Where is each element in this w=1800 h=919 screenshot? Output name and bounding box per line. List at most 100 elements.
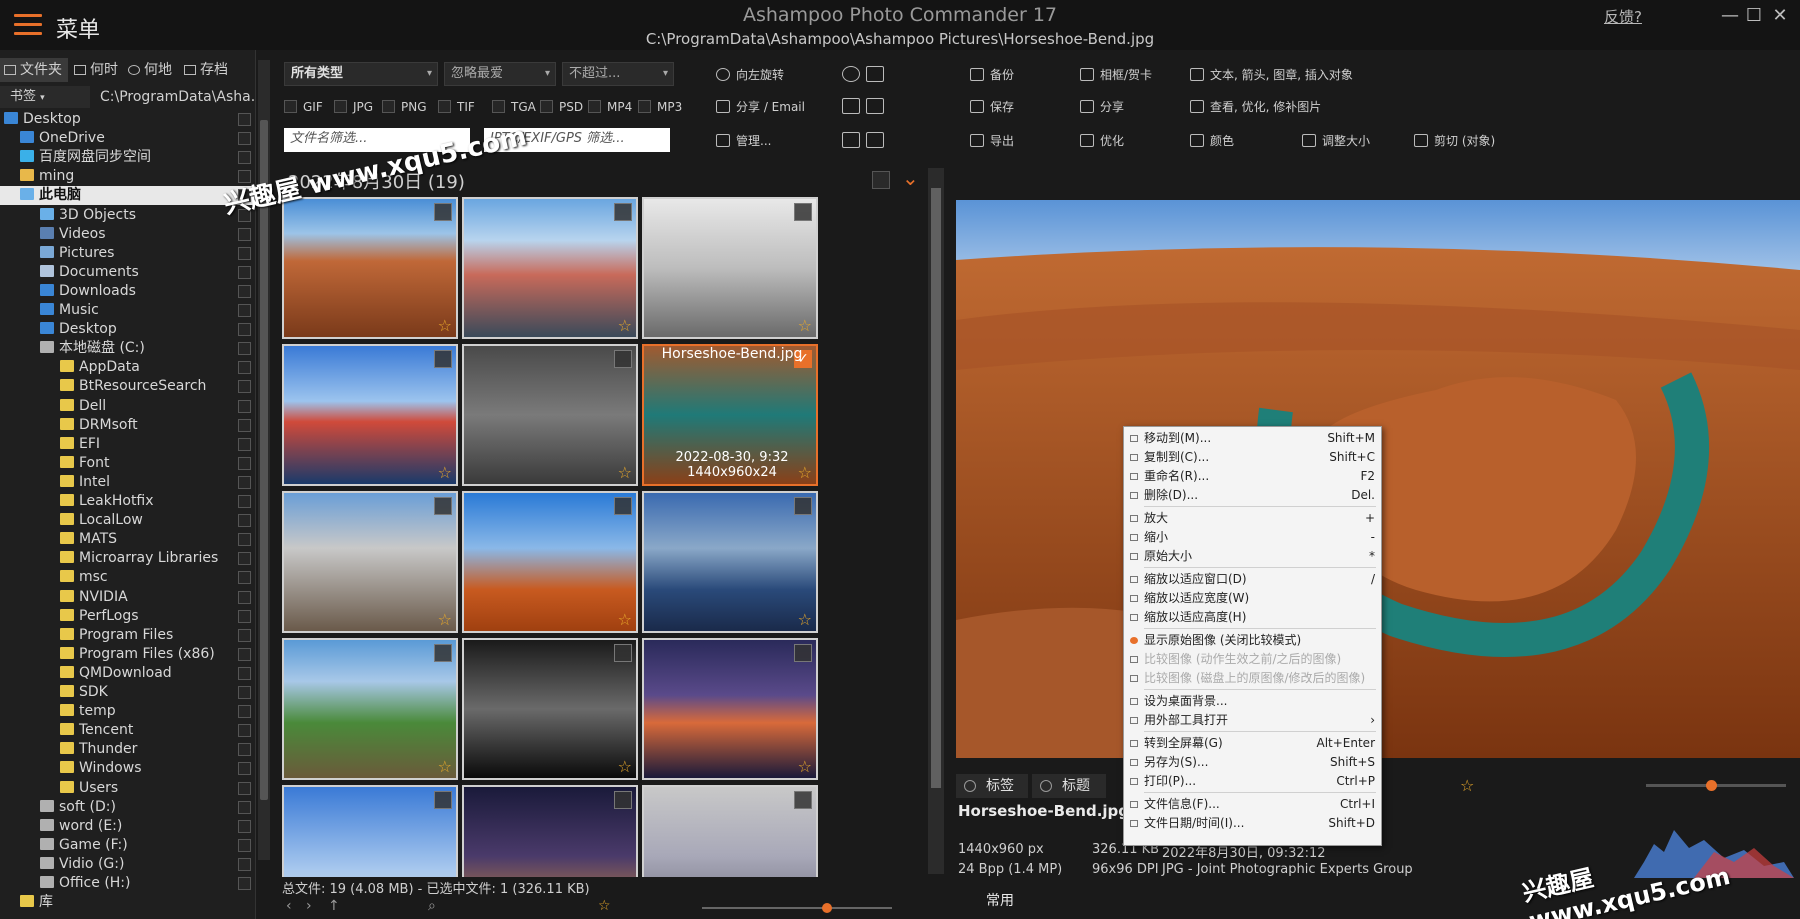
context-menu-item[interactable]: 放大 + bbox=[1124, 509, 1381, 528]
tree-item-checkbox[interactable] bbox=[238, 399, 251, 413]
tree-item-checkbox[interactable] bbox=[238, 361, 251, 375]
tree-item[interactable]: Program Files bbox=[0, 626, 256, 645]
tree-item[interactable]: Intel bbox=[0, 473, 256, 492]
favorite-star-icon[interactable]: ☆ bbox=[798, 757, 812, 776]
tree-item-checkbox[interactable] bbox=[238, 647, 251, 661]
slideshow-icon[interactable] bbox=[866, 66, 884, 82]
checkbox-box[interactable] bbox=[438, 100, 451, 113]
preview-zoom-handle[interactable] bbox=[1706, 780, 1717, 791]
tree-item[interactable]: Thunder bbox=[0, 740, 256, 759]
tree-item[interactable]: Program Files (x86) bbox=[0, 645, 256, 664]
file-type-checkbox[interactable]: PNG bbox=[382, 98, 427, 116]
thumbnail[interactable]: ☆ bbox=[462, 491, 638, 633]
tree-item[interactable]: soft (D:) bbox=[0, 798, 256, 817]
manage-button[interactable]: 管理... bbox=[716, 130, 771, 152]
zoom-slider-handle[interactable] bbox=[822, 903, 832, 913]
search-icon[interactable]: ⌕ bbox=[428, 898, 436, 914]
thumbnail[interactable]: ☆ bbox=[282, 197, 458, 339]
tree-item[interactable]: Desktop bbox=[0, 110, 256, 129]
thumbnail[interactable]: ☆ bbox=[462, 638, 638, 780]
tree-item[interactable]: Documents bbox=[0, 263, 256, 282]
thumbnail[interactable]: ☆ bbox=[282, 638, 458, 780]
optimize-button[interactable]: 优化 bbox=[1080, 130, 1124, 152]
favorite-star-icon[interactable]: ☆ bbox=[1460, 776, 1474, 795]
thumbnail-checkbox[interactable] bbox=[614, 350, 632, 368]
thumbnail[interactable] bbox=[462, 785, 638, 877]
tree-item-checkbox[interactable] bbox=[238, 686, 251, 699]
tree-item-checkbox[interactable] bbox=[238, 877, 251, 890]
rotate-right-icon[interactable] bbox=[842, 66, 860, 82]
tree-item-checkbox[interactable] bbox=[238, 857, 251, 871]
cut-button[interactable]: 剪切 (对象) bbox=[1414, 130, 1495, 152]
tree-item-checkbox[interactable] bbox=[238, 437, 251, 451]
thumbnail-checkbox[interactable] bbox=[434, 644, 452, 662]
thumbnail[interactable]: ☆ bbox=[282, 491, 458, 633]
thumbnail-checkbox[interactable] bbox=[614, 497, 632, 515]
tree-item[interactable]: 此电脑 bbox=[0, 186, 256, 206]
thumbnail-checkbox[interactable] bbox=[434, 497, 452, 515]
tree-item[interactable]: 3D Objects bbox=[0, 206, 256, 225]
zoom-slider[interactable] bbox=[702, 903, 892, 913]
tree-item[interactable]: OneDrive bbox=[0, 129, 256, 148]
tree-item-checkbox[interactable] bbox=[238, 323, 251, 337]
tree-item[interactable]: Dell bbox=[0, 397, 256, 416]
current-path[interactable]: C:\ProgramData\Asha... bbox=[100, 86, 256, 108]
rating-dropdown[interactable]: 忽略最爱 bbox=[444, 62, 556, 86]
checkbox-box[interactable] bbox=[492, 100, 505, 113]
close-icon[interactable]: ✕ bbox=[1768, 4, 1792, 28]
favorite-star-icon[interactable]: ☆ bbox=[798, 316, 812, 335]
context-menu-item[interactable]: 打印(P)... Ctrl+P bbox=[1124, 772, 1381, 791]
tree-item[interactable]: Videos bbox=[0, 225, 256, 244]
frame-card-button[interactable]: 相框/贺卡 bbox=[1080, 64, 1152, 86]
color-button[interactable]: 颜色 bbox=[1190, 130, 1234, 152]
tree-item-checkbox[interactable] bbox=[238, 724, 251, 738]
share-button[interactable]: 分享 bbox=[1080, 96, 1124, 118]
maximize-icon[interactable]: ☐ bbox=[1742, 4, 1766, 28]
tree-item-checkbox[interactable] bbox=[238, 705, 251, 719]
tab-archive[interactable]: 存档 bbox=[180, 58, 240, 82]
tree-item-checkbox[interactable] bbox=[238, 609, 251, 623]
tree-item-checkbox[interactable] bbox=[238, 533, 251, 547]
image-icon[interactable] bbox=[866, 132, 884, 148]
tree-item-checkbox[interactable] bbox=[238, 552, 251, 566]
context-menu-item[interactable]: 缩放以适应宽度(W) bbox=[1124, 589, 1381, 608]
tree-item[interactable]: Tencent bbox=[0, 721, 256, 740]
tree-item-checkbox[interactable] bbox=[238, 132, 251, 146]
favorite-star-icon[interactable]: ☆ bbox=[618, 757, 632, 776]
thumbnail[interactable] bbox=[282, 785, 458, 877]
tree-item[interactable]: Font bbox=[0, 454, 256, 473]
tree-item-checkbox[interactable] bbox=[238, 781, 251, 795]
checkbox-box[interactable] bbox=[382, 100, 395, 113]
tab-when[interactable]: 何时 bbox=[70, 58, 124, 82]
favorite-star-icon[interactable]: ☆ bbox=[438, 463, 452, 482]
backup-button[interactable]: 备份 bbox=[970, 64, 1014, 86]
tree-item[interactable]: LocalLow bbox=[0, 511, 256, 530]
tree-item[interactable]: DRMsoft bbox=[0, 416, 256, 435]
thumbnail[interactable]: ☆ bbox=[642, 638, 818, 780]
context-menu-item[interactable]: 重命名(R)... F2 bbox=[1124, 467, 1381, 486]
thumbnail-checkbox[interactable] bbox=[434, 350, 452, 368]
view-optimize-button[interactable]: 查看, 优化, 修补图片 bbox=[1190, 96, 1321, 118]
tree-item[interactable]: LeakHotfix bbox=[0, 492, 256, 511]
context-menu-item[interactable]: 设为桌面背景... bbox=[1124, 692, 1381, 711]
thumbnail-checkbox[interactable] bbox=[794, 497, 812, 515]
up-icon[interactable]: ↑ bbox=[328, 898, 340, 914]
tab-folders[interactable]: 文件夹 bbox=[0, 58, 68, 82]
tree-item[interactable]: AppData bbox=[0, 358, 256, 377]
tree-item-checkbox[interactable] bbox=[238, 495, 251, 508]
limit-dropdown[interactable]: 不超过... bbox=[562, 62, 674, 86]
thumbnail-checkbox[interactable] bbox=[614, 644, 632, 662]
context-menu-item[interactable]: 文件日期/时间(I)... Shift+D bbox=[1124, 814, 1381, 833]
tree-item[interactable]: SDK bbox=[0, 683, 256, 702]
favorite-star-icon[interactable]: ☆ bbox=[618, 316, 632, 335]
feedback-link[interactable]: 反馈? bbox=[1604, 6, 1642, 27]
thumbnail[interactable]: ☆ bbox=[462, 344, 638, 486]
thumbnail-checkbox[interactable] bbox=[614, 791, 632, 809]
tree-item-checkbox[interactable] bbox=[238, 743, 251, 757]
thumbnail[interactable]: ☆ bbox=[642, 197, 818, 339]
tree-item-checkbox[interactable] bbox=[238, 514, 251, 528]
thumbnail-checkbox[interactable] bbox=[434, 203, 452, 221]
tree-item-checkbox[interactable] bbox=[238, 590, 251, 604]
context-menu-item[interactable]: 原始大小 * bbox=[1124, 547, 1381, 566]
favorite-star-icon[interactable]: ☆ bbox=[438, 757, 452, 776]
